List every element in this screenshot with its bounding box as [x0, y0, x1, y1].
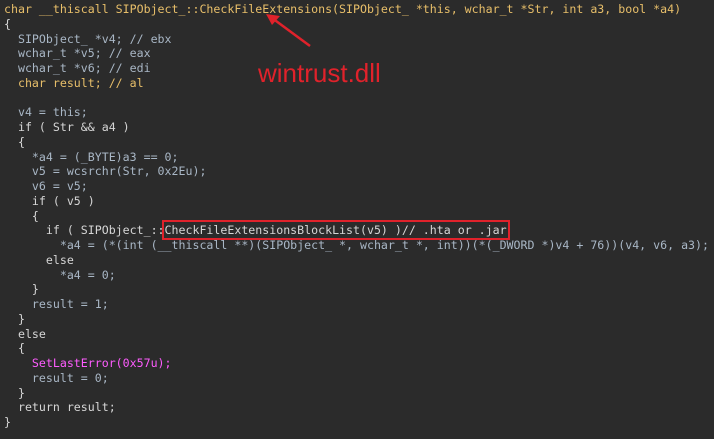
code-line-highlighted: if ( SIPObject_::CheckFileExtensionsBloc…	[4, 220, 714, 241]
code-line: }	[4, 282, 714, 297]
code-text: if ( Str && a4 )	[4, 120, 130, 134]
code-line: {	[4, 209, 714, 224]
code-text: return result;	[4, 400, 116, 415]
code-text: if ( v5 )	[4, 193, 95, 208]
annotation-label: wintrust.dll	[258, 58, 381, 88]
code-text: SIPObject_ *v4; // ebx	[4, 31, 172, 46]
code-text: *a4 = 0;	[4, 267, 116, 282]
code-text: }	[4, 415, 11, 429]
code-text: v5 = wcsrchr(Str, 0x2Eu);	[4, 164, 207, 179]
code-line: }	[4, 312, 714, 327]
code-text: *a4 = (*(int (__thiscall **)(SIPObject_ …	[4, 238, 709, 252]
code-line: v5 = wcsrchr(Str, 0x2Eu);	[4, 164, 714, 179]
function-signature: char __thiscall SIPObject_::CheckFileExt…	[4, 2, 682, 16]
code-line: {	[4, 135, 714, 150]
code-text: else	[4, 252, 74, 267]
code-text: {	[4, 16, 11, 31]
code-line: {	[4, 341, 714, 356]
code-line: }	[4, 386, 714, 401]
code-text: *a4 = (_BYTE)a3 == 0;	[4, 149, 179, 164]
code-line: SetLastError(0x57u);	[4, 356, 714, 371]
code-line: *a4 = 0;	[4, 268, 714, 283]
code-line: if ( Str && a4 )	[4, 120, 714, 135]
code-text: SetLastError(0x57u);	[4, 356, 172, 370]
code-line: {	[4, 17, 714, 32]
code-text: }	[4, 311, 25, 326]
code-text: wchar_t *v5; // eax	[4, 46, 151, 61]
code-text: {	[4, 208, 39, 223]
blocklist-call: CheckFileExtensionsBlockList(v5) )// .ht…	[164, 223, 507, 238]
highlight-box: CheckFileExtensionsBlockList(v5) )// .ht…	[161, 220, 510, 241]
code-line: }	[4, 415, 714, 430]
code-text: else	[4, 326, 46, 341]
code-text: char result; // al	[4, 75, 144, 90]
code-line: SIPObject_ *v4; // ebx	[4, 32, 714, 47]
code-text: wchar_t *v6; // edi	[4, 61, 151, 75]
code-line: char __thiscall SIPObject_::CheckFileExt…	[4, 2, 714, 17]
code-text: }	[4, 385, 25, 400]
code-line: return result;	[4, 400, 714, 415]
arrow-icon	[266, 14, 311, 48]
code-line: if ( v5 )	[4, 194, 714, 209]
code-text: v4 = this;	[4, 105, 88, 120]
code-text: v6 = v5;	[4, 179, 88, 193]
code-line: v4 = this;	[4, 105, 714, 120]
code-text: }	[4, 282, 39, 297]
code-text: if ( SIPObject_::	[4, 223, 165, 238]
code-text: {	[4, 134, 25, 149]
code-line: v6 = v5;	[4, 179, 714, 194]
code-line: *a4 = (_BYTE)a3 == 0;	[4, 150, 714, 165]
code-line: result = 1;	[4, 297, 714, 312]
code-line: result = 0;	[4, 371, 714, 386]
code-line: else	[4, 253, 714, 268]
code-line: *a4 = (*(int (__thiscall **)(SIPObject_ …	[4, 238, 714, 253]
code-text: result = 1;	[4, 297, 109, 311]
code-line: else	[4, 327, 714, 342]
code-text: result = 0;	[4, 370, 109, 385]
code-text: {	[4, 341, 25, 356]
